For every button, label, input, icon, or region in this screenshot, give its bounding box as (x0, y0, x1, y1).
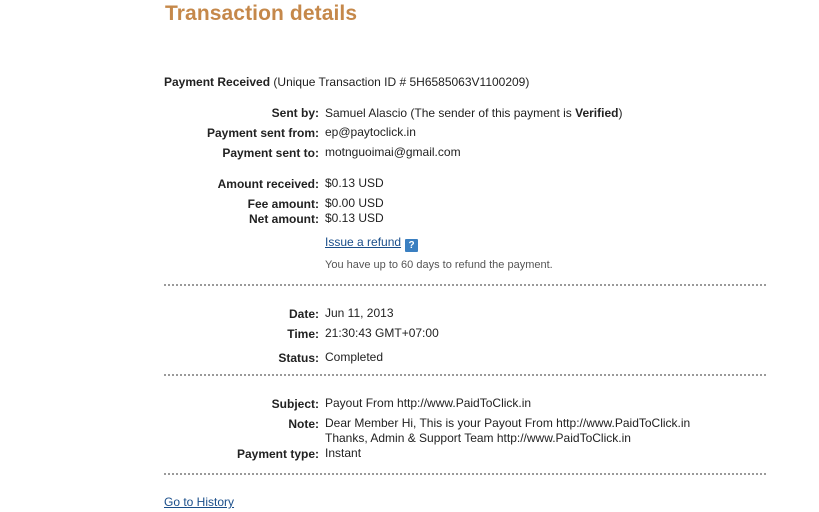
amount-received-value: $0.13 USD (325, 176, 384, 190)
note-label: Note: (288, 417, 319, 431)
status-label: Status: (278, 351, 319, 365)
time-value: 21:30:43 GMT+07:00 (325, 326, 439, 340)
time-label: Time: (287, 327, 319, 341)
note-line-2: Thanks, Admin & Support Team http://www.… (325, 431, 631, 445)
net-amount-label: Net amount: (249, 212, 319, 226)
refund-hint: You have up to 60 days to refund the pay… (325, 259, 553, 271)
sent-to-label: Payment sent to: (222, 146, 319, 160)
sent-by-value: Samuel Alascio (The sender of this payme… (325, 106, 622, 121)
amount-received-label: Amount received: (217, 177, 319, 191)
sender-name: Samuel Alascio (The sender of this payme… (325, 106, 576, 120)
fee-amount-value: $0.00 USD (325, 196, 384, 210)
divider (164, 374, 766, 376)
status-value: Completed (325, 350, 384, 364)
page-title: Transaction details (165, 2, 358, 25)
date-value: Jun 11, 2013 (325, 306, 394, 320)
divider (164, 473, 766, 475)
payment-summary: Payment Received (Unique Transaction ID … (164, 75, 529, 90)
transaction-id: (Unique Transaction ID # 5H6585063V11002… (273, 75, 530, 89)
subject-label: Subject: (271, 397, 319, 411)
fee-amount-label: Fee amount: (247, 197, 319, 211)
help-icon[interactable]: ? (405, 239, 419, 252)
payment-type-value: Instant (325, 446, 362, 460)
sent-from-label: Payment sent from: (206, 126, 319, 140)
close-paren: ) (618, 106, 623, 120)
note-line-1: Dear Member Hi, This is your Payout From… (325, 416, 691, 430)
payment-type-label: Payment type: (236, 447, 319, 461)
sent-to-value: motnguoimai@gmail.com (325, 145, 461, 159)
verified-status: Verified (575, 106, 619, 120)
sent-from-value: ep@paytoclick.in (325, 125, 416, 139)
divider (164, 284, 766, 286)
net-amount-value: $0.13 USD (325, 211, 384, 225)
issue-refund-link[interactable]: Issue a refund (325, 235, 401, 249)
go-to-history-link[interactable]: Go to History (164, 495, 234, 510)
sent-by-label: Sent by: (271, 106, 319, 120)
subject-value: Payout From http://www.PaidToClick.in (325, 396, 532, 410)
refund-row: Issue a refund? (325, 235, 419, 252)
date-label: Date: (288, 307, 319, 321)
payment-received-label: Payment Received (164, 75, 271, 89)
